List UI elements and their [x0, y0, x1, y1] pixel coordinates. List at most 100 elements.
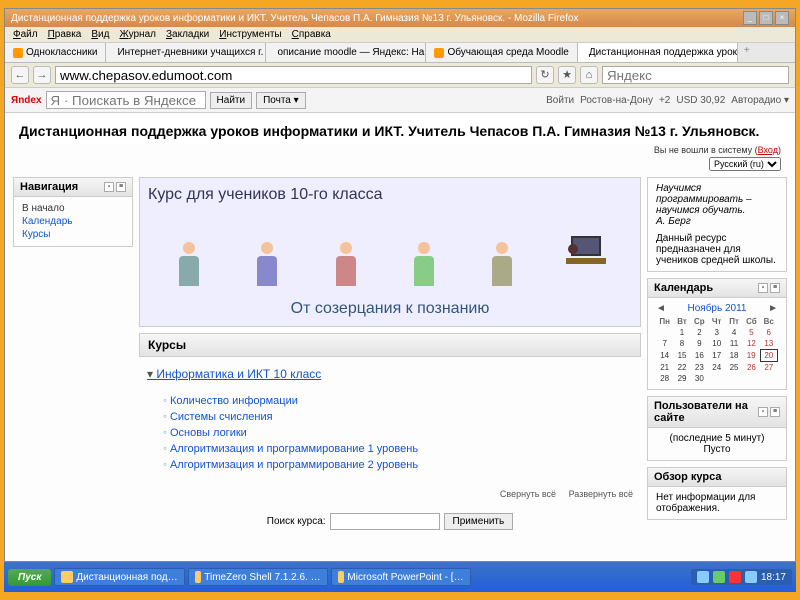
course-category[interactable]: Информатика и ИКТ 10 класс: [139, 363, 641, 385]
calendar-grid: ПнВтСрЧтПтСбВс 1234567891011121314151617…: [656, 316, 778, 384]
address-bar: ← → ↻ ★ ⌂: [5, 63, 795, 88]
yandex-search-input[interactable]: [46, 91, 206, 109]
cal-day[interactable]: 16: [691, 350, 708, 362]
cal-day[interactable]: 28: [656, 373, 673, 384]
online-sub: (последние 5 минут): [656, 433, 778, 444]
start-button[interactable]: Пуск: [8, 569, 51, 586]
cal-day[interactable]: 1: [673, 327, 690, 338]
tab-diaries[interactable]: Интернет-дневники учащихся г. Уль…×: [106, 43, 266, 62]
block-collapse-icon[interactable]: -: [758, 283, 768, 293]
block-move-icon[interactable]: ≡: [116, 182, 126, 192]
tray-icon[interactable]: [697, 571, 709, 583]
url-input[interactable]: [55, 66, 532, 84]
block-collapse-icon[interactable]: -: [104, 182, 114, 192]
cal-day[interactable]: 7: [656, 338, 673, 350]
cal-day[interactable]: 4: [725, 327, 742, 338]
tab-yandex-moodle[interactable]: описание moodle — Яндекс: Нашлось …×: [266, 43, 426, 62]
cal-day[interactable]: 12: [743, 338, 760, 350]
tab-current[interactable]: Дистанционная поддержка уроков ин…×: [578, 43, 738, 62]
taskbar-item-powerpoint[interactable]: Microsoft PowerPoint - […: [331, 568, 471, 586]
menu-history[interactable]: Журнал: [119, 29, 156, 40]
course-algo-2[interactable]: Алгоритмизация и программирование 2 уров…: [170, 459, 418, 471]
menu-view[interactable]: Вид: [91, 29, 109, 40]
cal-day[interactable]: 14: [656, 350, 673, 362]
back-button[interactable]: ←: [11, 66, 29, 84]
nav-calendar[interactable]: Календарь: [22, 216, 72, 227]
cal-day[interactable]: 26: [743, 362, 760, 374]
window-min-button[interactable]: _: [743, 11, 757, 25]
taskbar-item-firefox[interactable]: Дистанционная под…: [54, 568, 184, 586]
system-tray: 18:17: [691, 569, 792, 585]
bookmark-button[interactable]: ★: [558, 66, 576, 84]
cal-month[interactable]: Ноябрь 2011: [688, 303, 747, 314]
forward-button[interactable]: →: [33, 66, 51, 84]
course-number-systems[interactable]: Системы счисления: [170, 411, 273, 423]
menu-bookmarks[interactable]: Закладки: [166, 29, 209, 40]
home-button[interactable]: ⌂: [580, 66, 598, 84]
window-titlebar: Дистанционная поддержка уроков информати…: [5, 9, 795, 27]
cal-day[interactable]: 30: [691, 373, 708, 384]
course-search-label: Поиск курса:: [267, 516, 326, 527]
yandex-radio[interactable]: Авторадио ▾: [731, 95, 789, 106]
expand-all-link[interactable]: Развернуть всё: [569, 489, 633, 499]
nav-home[interactable]: В начало: [22, 202, 124, 215]
cal-day[interactable]: 19: [743, 350, 760, 362]
yandex-find-button[interactable]: Найти: [210, 92, 253, 109]
block-move-icon[interactable]: ≡: [770, 407, 780, 417]
course-search-input[interactable]: [330, 513, 440, 530]
search-engine-input[interactable]: [602, 66, 789, 84]
online-val: Пусто: [656, 444, 778, 455]
tab-odnoklassniki[interactable]: Одноклассники: [5, 43, 106, 62]
cal-day[interactable]: 15: [673, 350, 690, 362]
menu-help[interactable]: Справка: [292, 29, 331, 40]
cal-day[interactable]: 10: [708, 338, 725, 350]
menu-edit[interactable]: Правка: [48, 29, 82, 40]
course-info-qty[interactable]: Количество информации: [170, 395, 298, 407]
language-select[interactable]: Русский (ru): [709, 157, 781, 171]
cal-day[interactable]: 2: [691, 327, 708, 338]
menu-tools[interactable]: Инструменты: [219, 29, 281, 40]
cal-day[interactable]: 29: [673, 373, 690, 384]
yandex-login-link[interactable]: Войти: [546, 95, 574, 106]
reload-button[interactable]: ↻: [536, 66, 554, 84]
login-link[interactable]: Вход: [758, 145, 778, 155]
yandex-mail-button[interactable]: Почта ▾: [256, 92, 306, 109]
course-search-button[interactable]: Применить: [444, 513, 514, 530]
new-tab-button[interactable]: +: [738, 43, 756, 62]
cal-next-button[interactable]: ►: [768, 303, 778, 314]
cal-day[interactable]: 5: [743, 327, 760, 338]
login-line: Вы не вошли в систему (Вход): [5, 145, 795, 157]
tab-moodle[interactable]: Обучающая среда Moodle: [426, 43, 577, 62]
tray-icon[interactable]: [745, 571, 757, 583]
cal-day[interactable]: 6: [760, 327, 777, 338]
cal-day[interactable]: 24: [708, 362, 725, 374]
window-close-button[interactable]: ×: [775, 11, 789, 25]
window-max-button[interactable]: □: [759, 11, 773, 25]
nav-courses[interactable]: Курсы: [22, 229, 50, 240]
tray-icon[interactable]: [729, 571, 741, 583]
cal-day[interactable]: 18: [725, 350, 742, 362]
cal-day[interactable]: 3: [708, 327, 725, 338]
course-logic[interactable]: Основы логики: [170, 427, 247, 439]
cal-day[interactable]: 8: [673, 338, 690, 350]
cal-day[interactable]: 25: [725, 362, 742, 374]
cal-day[interactable]: 17: [708, 350, 725, 362]
yandex-city[interactable]: Ростов-на-Дону: [580, 95, 653, 106]
cal-day[interactable]: 23: [691, 362, 708, 374]
cal-prev-button[interactable]: ◄: [656, 303, 666, 314]
taskbar-item-timezero[interactable]: TimeZero Shell 7.1.2.6. …: [188, 568, 328, 586]
menu-file[interactable]: Файл: [13, 29, 38, 40]
cal-day[interactable]: 13: [760, 338, 777, 350]
collapse-all-link[interactable]: Свернуть всё: [500, 489, 556, 499]
cal-day[interactable]: 22: [673, 362, 690, 374]
cal-day[interactable]: 11: [725, 338, 742, 350]
yandex-logo: Яndex: [11, 95, 42, 106]
block-move-icon[interactable]: ≡: [770, 283, 780, 293]
block-collapse-icon[interactable]: -: [758, 407, 768, 417]
cal-day[interactable]: 21: [656, 362, 673, 374]
cal-day[interactable]: 9: [691, 338, 708, 350]
cal-day[interactable]: 27: [760, 362, 777, 374]
tray-icon[interactable]: [713, 571, 725, 583]
cal-day[interactable]: 20: [760, 350, 777, 362]
course-algo-1[interactable]: Алгоритмизация и программирование 1 уров…: [170, 443, 418, 455]
